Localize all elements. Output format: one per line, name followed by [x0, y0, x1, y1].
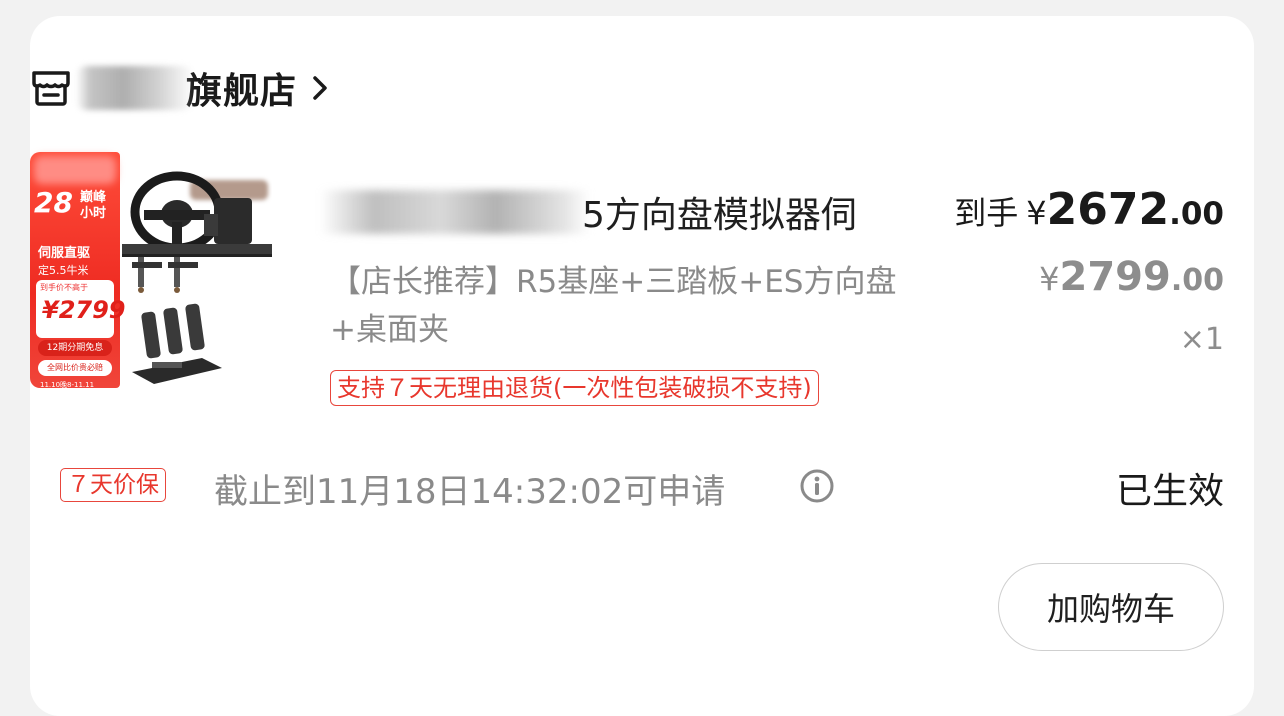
final-price-integer: 2672: [1046, 184, 1170, 235]
store-name: 旗舰店: [186, 71, 298, 112]
store-name-redacted: [76, 66, 194, 110]
product-title-text: 5方向盘模拟器伺: [582, 195, 857, 236]
promo-banner: 28 巅峰小时 伺服直驱 定5.5牛米 到手价不高于 ¥2799 12期分期免息…: [30, 152, 126, 389]
promo-side-text: 巅峰小时: [80, 190, 107, 221]
promo-redacted: [34, 156, 116, 184]
title-redacted: [320, 190, 590, 234]
guarantee-deadline: 截止到11月18日14:32:02可申请: [214, 472, 726, 512]
original-price: ¥ 2799 .00: [1039, 254, 1224, 300]
return-policy-tag: 支持７天无理由退货(一次性包装破损不支持): [330, 370, 819, 406]
final-price-symbol: ¥: [1026, 194, 1047, 232]
promo-pill-installment: 12期分期免息: [38, 340, 112, 356]
store-icon: [30, 67, 72, 109]
product-variant: 【店长推荐】R5基座+三踏板+ES方向盘+桌面夹: [330, 264, 897, 348]
promo-line1: 伺服直驱: [38, 246, 91, 261]
promo-big-number: 28: [34, 186, 73, 219]
price-guarantee-badge: ７天价保: [60, 468, 166, 502]
product-title[interactable]: 5方向盘模拟器伺: [320, 186, 910, 236]
add-to-cart-button[interactable]: 加购物车: [998, 563, 1224, 651]
promo-price: ¥2799: [42, 296, 126, 324]
original-price-integer: 2799: [1059, 254, 1171, 300]
store-header[interactable]: 旗舰店: [30, 62, 329, 114]
chevron-right-icon[interactable]: [311, 74, 329, 102]
final-price-label: 到手: [954, 194, 1019, 232]
quantity: ×1: [1179, 322, 1224, 357]
promo-date: 11.10晚8-11.11: [40, 381, 95, 389]
guarantee-status: 已生效: [1115, 471, 1224, 512]
steering-wheel-product-graphic: [122, 171, 272, 384]
original-price-symbol: ¥: [1039, 260, 1060, 298]
promo-line2: 定5.5牛米: [38, 264, 89, 277]
final-price-decimal: .00: [1169, 196, 1224, 232]
final-price: 到手 ¥ 2672 .00: [954, 184, 1224, 235]
original-price-decimal: .00: [1170, 263, 1224, 298]
price-guarantee-row: ７天价保 截止到11月18日14:32:02可申请 已生效: [60, 462, 1224, 512]
product-image[interactable]: 28 巅峰小时 伺服直驱 定5.5牛米 到手价不高于 ¥2799 12期分期免息…: [30, 142, 272, 392]
info-icon[interactable]: [798, 467, 836, 509]
promo-pill-compare: 全网比价贵必赔: [38, 360, 112, 376]
promo-tiny-text: 到手价不高于: [40, 283, 88, 292]
